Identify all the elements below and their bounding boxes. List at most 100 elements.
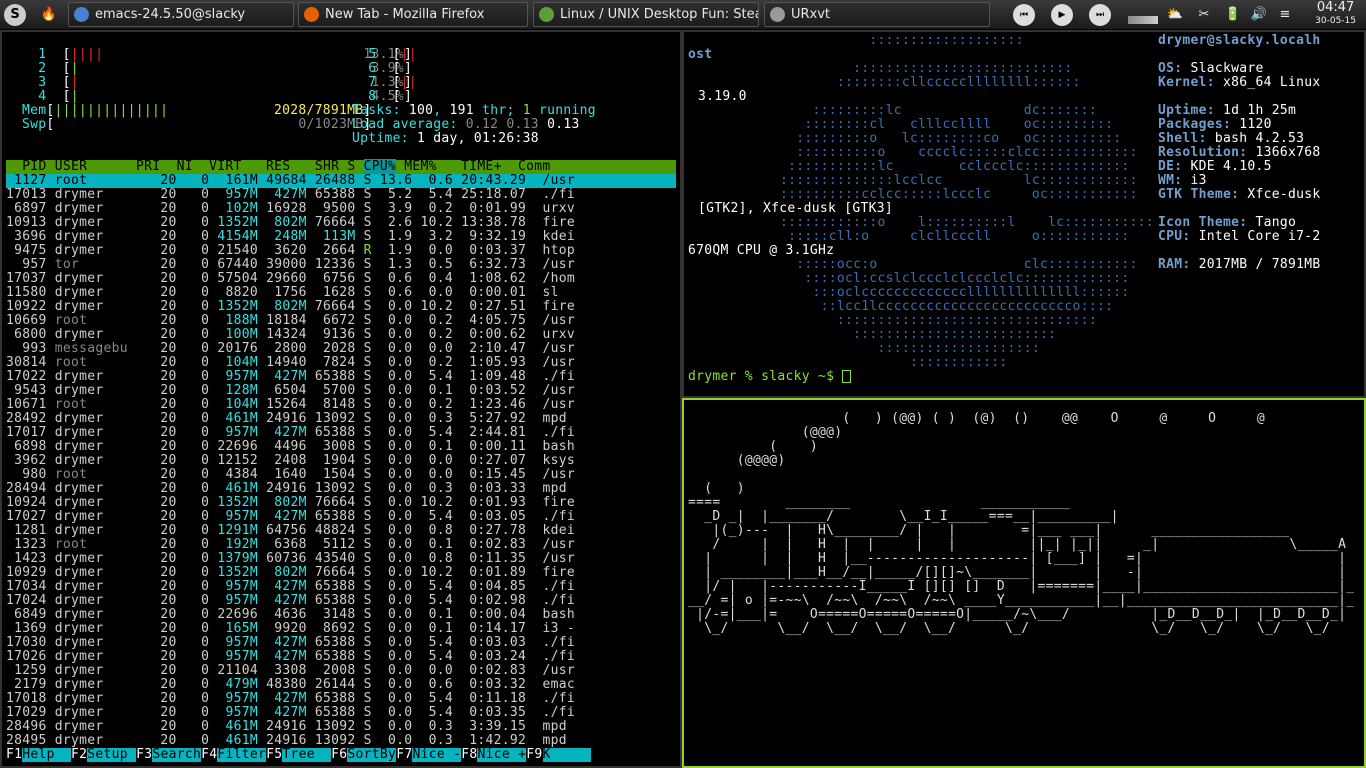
process-row[interactable]: 1127 root 20 0 161M 49684 26488 S 13.6 0… <box>6 174 676 188</box>
process-pid: 28495 <box>6 733 55 748</box>
process-virt: 1352M <box>217 495 267 510</box>
process-row[interactable]: 9543 drymer 20 0 128M 6504 5700 S 0.0 0.… <box>6 384 676 398</box>
process-row[interactable]: 6800 drymer 20 0 100M 14324 9136 S 0.0 0… <box>6 328 676 342</box>
network-icon[interactable]: ≡ <box>1274 4 1296 26</box>
process-row[interactable]: 17030 drymer 20 0 957M 427M 65388 S 0.0 … <box>6 636 676 650</box>
process-state: S <box>363 187 380 202</box>
process-row[interactable]: 17029 drymer 20 0 957M 427M 65388 S 0.0 … <box>6 706 676 720</box>
shell-prompt[interactable]: drymer % slacky ~$ <box>688 370 852 384</box>
process-row[interactable]: 10922 drymer 20 0 1352M 802M 76664 S 0.0… <box>6 300 676 314</box>
clock[interactable]: 04:47 30-05-15 <box>1315 1 1356 27</box>
scissors-icon[interactable]: ✂ <box>1193 4 1215 26</box>
process-time: 0:15.45 <box>461 467 543 482</box>
speaker-icon[interactable]: 🔊 <box>1248 4 1270 26</box>
process-state: S <box>363 621 380 636</box>
process-row[interactable]: 17027 drymer 20 0 957M 427M 65388 S 0.0 … <box>6 510 676 524</box>
process-row[interactable]: 10913 drymer 20 0 1352M 802M 76664 S 2.6… <box>6 216 676 230</box>
process-row[interactable]: 1259 drymer 20 0 21104 3308 2008 S 0.0 0… <box>6 664 676 678</box>
process-row[interactable]: 17017 drymer 20 0 957M 427M 65388 S 0.0 … <box>6 426 676 440</box>
process-row[interactable]: 17026 drymer 20 0 957M 427M 65388 S 0.0 … <box>6 650 676 664</box>
taskbar-item[interactable]: emacs-24.5.50@slacky <box>68 2 294 27</box>
process-row[interactable]: 980 root 20 0 4384 1640 1504 S 0.0 0.0 0… <box>6 468 676 482</box>
fkey-number: F6 <box>331 747 348 762</box>
process-cpu: 0.6 <box>379 271 421 286</box>
taskbar-item[interactable]: Linux / UNIX Desktop Fun: Stea <box>533 2 759 27</box>
process-row[interactable]: 17013 drymer 20 0 957M 427M 65388 S 5.2 … <box>6 188 676 202</box>
process-row[interactable]: 10924 drymer 20 0 1352M 802M 76664 S 0.0… <box>6 496 676 510</box>
process-row[interactable]: 11580 drymer 20 0 8820 1756 1628 S 0.6 0… <box>6 286 676 300</box>
process-row[interactable]: 2179 drymer 20 0 479M 48380 26144 S 0.0 … <box>6 678 676 692</box>
fkey-tree-button[interactable]: Tree <box>282 748 332 762</box>
sysinfo-value: 1366x768 <box>1255 145 1321 160</box>
process-shr: 12336 <box>314 257 364 272</box>
process-cpu: 0.0 <box>379 369 421 384</box>
process-row[interactable]: 1323 root 20 0 192M 6368 5112 S 0.0 0.1 … <box>6 538 676 552</box>
process-row[interactable]: 957 tor 20 0 67440 39000 12336 S 1.3 0.5… <box>6 258 676 272</box>
fkey-search-button[interactable]: Search <box>152 748 202 762</box>
volume-bar[interactable] <box>1128 16 1158 24</box>
process-row[interactable]: 28495 drymer 20 0 461M 24916 13092 S 0.0… <box>6 734 676 748</box>
process-command: mpd <box>542 411 567 426</box>
process-row[interactable]: 993 messagebu 20 0 20176 2800 2028 S 0.0… <box>6 342 676 356</box>
process-row[interactable]: 10929 drymer 20 0 1352M 802M 76664 S 0.0… <box>6 566 676 580</box>
process-row[interactable]: 6897 drymer 20 0 102M 16928 9500 S 3.9 0… <box>6 202 676 216</box>
process-time: 0:03.35 <box>461 705 543 720</box>
process-row[interactable]: 1281 drymer 20 0 1291M 64756 48824 S 0.0… <box>6 524 676 538</box>
process-row[interactable]: 3962 drymer 20 0 12152 2408 1904 S 0.0 0… <box>6 454 676 468</box>
process-row[interactable]: 28494 drymer 20 0 461M 24916 13092 S 0.0… <box>6 482 676 496</box>
htop-terminal[interactable]: 1 [|||| 13.1%] 2 [| 3.9%] 3 [| 1.3%] 4 [… <box>0 30 682 768</box>
cpu-percent: 3.2% <box>417 75 680 90</box>
taskbar-item[interactable]: New Tab - Mozilla Firefox <box>298 2 528 27</box>
taskbar-item[interactable]: URxvt <box>764 2 990 27</box>
fkey-number: F7 <box>396 747 413 762</box>
fkey-setup-button[interactable]: Setup <box>87 748 137 762</box>
hostname-wrap: ost <box>688 47 713 62</box>
process-command: ./fi <box>542 705 575 720</box>
process-state: S <box>363 607 380 622</box>
process-row[interactable]: 1369 drymer 20 0 165M 9920 8692 S 0.0 0.… <box>6 622 676 636</box>
sl-train-terminal[interactable]: ( ) (@@) ( ) (@) () @@ O @ O @ (@@@) ( )… <box>682 398 1366 768</box>
screenfetch-terminal[interactable]: ::::::::::::::::::: ::::::::::::::::::::… <box>682 30 1366 398</box>
slackware-menu-icon[interactable]: S <box>4 4 26 26</box>
next-track-icon[interactable]: ⏭ <box>1089 4 1111 26</box>
process-pri: 20 <box>136 495 185 510</box>
fkey-k-button[interactable]: K <box>542 748 592 762</box>
process-row[interactable]: 28496 drymer 20 0 461M 24916 13092 S 0.0… <box>6 720 676 734</box>
fkey-help-button[interactable]: Help <box>22 748 72 762</box>
fkey-nice-button[interactable]: Nice + <box>477 748 527 762</box>
sysinfo-key: RAM: <box>1158 257 1199 272</box>
fkey-sortby-button[interactable]: SortBy <box>347 748 397 762</box>
play-icon[interactable]: ▶ <box>1051 4 1073 26</box>
process-cpu: 0.0 <box>379 593 421 608</box>
process-res: 15264 <box>266 397 315 412</box>
process-row[interactable]: 10669 root 20 0 188M 18184 6672 S 0.0 0.… <box>6 314 676 328</box>
process-row[interactable]: 17034 drymer 20 0 957M 427M 65388 S 0.0 … <box>6 580 676 594</box>
battery-icon[interactable]: 🔋 <box>1222 4 1244 26</box>
htop-column-header[interactable]: PID USER PRI NI VIRT RES SHR S CPU% MEM%… <box>6 159 676 174</box>
process-ni: 0 <box>184 607 218 622</box>
process-res: 1640 <box>266 467 315 482</box>
process-state: S <box>363 439 380 454</box>
slackware-logo-line: ::lcc1lcccccccccccccccccccccccco:::: <box>780 299 1114 314</box>
process-row[interactable]: 28492 drymer 20 0 461M 24916 13092 S 0.0… <box>6 412 676 426</box>
process-row[interactable]: 10671 root 20 0 104M 15264 8148 S 0.0 0.… <box>6 398 676 412</box>
process-virt: 957M <box>217 691 267 706</box>
process-shr: 5700 <box>314 383 364 398</box>
process-pri: 20 <box>136 705 185 720</box>
process-user: drymer <box>54 425 137 440</box>
fkey-filter-button[interactable]: Filter <box>217 748 267 762</box>
process-row[interactable]: 6849 drymer 20 0 22696 4636 3148 S 0.0 0… <box>6 608 676 622</box>
flame-launcher-icon[interactable]: 🔥 <box>38 4 60 26</box>
process-mem: 0.2 <box>420 397 462 412</box>
process-row[interactable]: 17018 drymer 20 0 957M 427M 65388 S 0.0 … <box>6 692 676 706</box>
previous-track-icon[interactable]: ⏮ <box>1013 4 1035 26</box>
process-row[interactable]: 6898 drymer 20 0 22696 4496 3008 S 0.0 0… <box>6 440 676 454</box>
fkey-nice-button[interactable]: Nice - <box>412 748 462 762</box>
process-row[interactable]: 1423 drymer 20 0 1379M 60736 43540 S 0.0… <box>6 552 676 566</box>
process-row[interactable]: 17037 drymer 20 0 57504 29660 6756 S 0.6… <box>6 272 676 286</box>
process-row[interactable]: 9475 drymer 20 0 21540 3620 2664 R 1.9 0… <box>6 244 676 258</box>
process-row[interactable]: 3696 drymer 20 0 4154M 248M 113M S 1.9 3… <box>6 230 676 244</box>
process-row[interactable]: 17024 drymer 20 0 957M 427M 65388 S 0.0 … <box>6 594 676 608</box>
process-row[interactable]: 30814 root 20 0 104M 14940 7824 S 0.0 0.… <box>6 356 676 370</box>
process-row[interactable]: 17022 drymer 20 0 957M 427M 65388 S 0.0 … <box>6 370 676 384</box>
